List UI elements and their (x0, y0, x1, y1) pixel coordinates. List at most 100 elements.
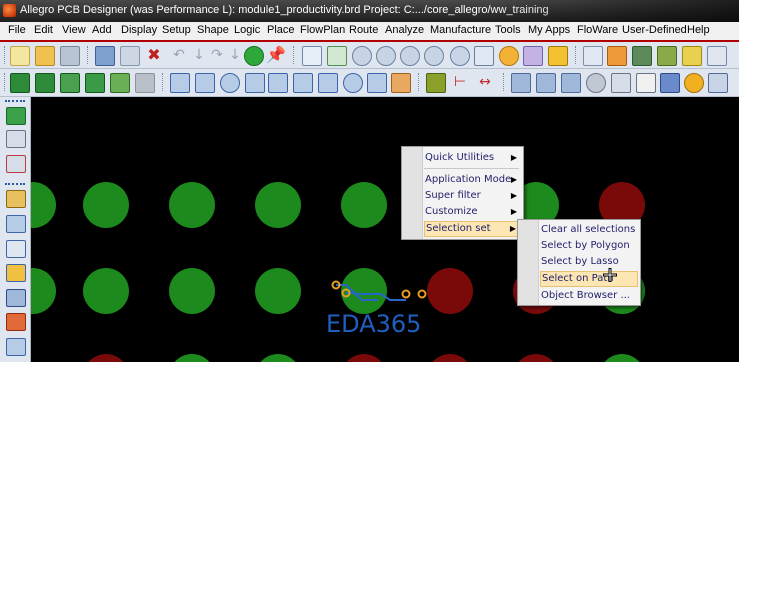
delay-tune-icon[interactable] (6, 240, 26, 258)
menu-logic[interactable]: Logic (234, 24, 260, 36)
rectangle-icon[interactable] (170, 73, 190, 93)
camera-icon[interactable] (561, 73, 581, 93)
constraint-icon[interactable] (707, 46, 727, 66)
square-icon[interactable] (293, 73, 313, 93)
grid-snap-icon[interactable] (327, 46, 347, 66)
save-icon[interactable] (60, 46, 80, 66)
zoom-in-icon[interactable] (376, 46, 396, 66)
menu-item-super-filter[interactable]: Super filter ▶ (424, 188, 521, 204)
select-icon[interactable] (220, 73, 240, 93)
spreadsheet-icon[interactable] (657, 46, 677, 66)
zoom-out-icon[interactable] (424, 46, 444, 66)
delete-icon[interactable]: ✖ (145, 46, 163, 64)
blank-icon[interactable] (85, 73, 105, 93)
pad[interactable] (169, 268, 215, 314)
show-all-icon[interactable] (60, 73, 80, 93)
menu-my-apps[interactable]: My Apps (528, 24, 570, 36)
fanout-icon[interactable] (6, 264, 26, 282)
pad[interactable] (83, 182, 129, 228)
menu-item-clear-all-selections[interactable]: Clear all selections (540, 222, 638, 238)
pad[interactable] (513, 354, 559, 362)
circle-icon[interactable] (195, 73, 215, 93)
menu-analyze[interactable]: Analyze (385, 24, 424, 36)
ratsnest-icon[interactable] (10, 73, 30, 93)
menu-item-selection-set[interactable]: Selection set ▶ (424, 221, 521, 237)
menu-floware[interactable]: FloWare (577, 24, 618, 36)
menu-view[interactable]: View (62, 24, 86, 36)
unrats-icon[interactable] (35, 73, 55, 93)
shape-edit-icon[interactable] (268, 73, 288, 93)
refresh-icon[interactable] (499, 46, 519, 66)
pad[interactable] (83, 268, 129, 314)
bus-icon[interactable] (6, 289, 26, 307)
redo-arrow-icon[interactable]: ↓ (226, 46, 244, 64)
shape-merge-icon[interactable] (245, 73, 265, 93)
pad[interactable] (169, 354, 215, 362)
redo-icon[interactable]: ↷ (208, 46, 226, 64)
table-icon[interactable] (682, 46, 702, 66)
pad[interactable] (31, 268, 56, 314)
via-icon[interactable]: ↔ (476, 73, 494, 91)
stack-icon[interactable] (367, 73, 387, 93)
zoom-in-alt-icon[interactable] (400, 46, 420, 66)
key-icon[interactable] (660, 73, 680, 93)
menu-tools[interactable]: Tools (495, 24, 521, 36)
menu-item-select-on-path[interactable]: Select on Path (540, 271, 638, 287)
component-box-icon[interactable] (6, 130, 26, 148)
menu-route[interactable]: Route (349, 24, 378, 36)
phase-icon[interactable] (6, 338, 26, 356)
pad[interactable] (599, 354, 645, 362)
dimension-horizontal-icon[interactable]: ⊢ (451, 73, 469, 91)
measure-icon[interactable] (343, 73, 363, 93)
component-icon[interactable] (391, 73, 411, 93)
pad[interactable] (255, 354, 301, 362)
matrix-icon[interactable] (684, 73, 704, 93)
custom-smooth-icon[interactable] (6, 313, 26, 331)
menu-display[interactable]: Display (121, 24, 157, 36)
drc-icon[interactable] (586, 73, 606, 93)
ltl-icon[interactable] (548, 46, 568, 66)
3d-view-icon[interactable] (523, 46, 543, 66)
walk-icon[interactable] (536, 73, 556, 93)
color-icon[interactable] (607, 46, 627, 66)
menu-user-defined[interactable]: User-Defined (622, 24, 687, 36)
zoom-previous-icon[interactable] (450, 46, 470, 66)
place-icon[interactable] (6, 107, 26, 125)
menu-add[interactable]: Add (92, 24, 112, 36)
pad[interactable] (255, 268, 301, 314)
zoom-fit-icon[interactable] (352, 46, 372, 66)
flag-icon[interactable] (611, 73, 631, 93)
matrix-grid-icon[interactable] (708, 73, 728, 93)
menu-item-application-mode[interactable]: Application Mode ▶ (424, 172, 521, 188)
menu-item-quick-utilities[interactable]: Quick Utilities ▶ (424, 150, 521, 166)
menu-setup[interactable]: Setup (162, 24, 191, 36)
menu-shape[interactable]: Shape (197, 24, 229, 36)
grid-toggle-icon[interactable] (583, 46, 603, 66)
grid-icon[interactable] (302, 46, 322, 66)
undo-icon[interactable]: ↶ (170, 46, 188, 64)
round-icon[interactable] (318, 73, 338, 93)
menu-file[interactable]: File (8, 24, 26, 36)
menu-item-select-by-polygon[interactable]: Select by Polygon (540, 238, 638, 254)
pad[interactable] (169, 182, 215, 228)
pad[interactable] (427, 354, 473, 362)
menu-manufacture[interactable]: Manufacture (430, 24, 491, 36)
menu-flowplan[interactable]: FlowPlan (300, 24, 345, 36)
pad[interactable] (255, 182, 301, 228)
pad[interactable] (341, 182, 387, 228)
copy-icon[interactable] (120, 46, 140, 66)
panel-icon[interactable] (636, 73, 656, 93)
layers-icon[interactable] (632, 46, 652, 66)
menu-edit[interactable]: Edit (34, 24, 53, 36)
pad[interactable] (341, 354, 387, 362)
menu-place[interactable]: Place (267, 24, 295, 36)
menu-help[interactable]: Help (687, 24, 710, 36)
move-icon[interactable] (95, 46, 115, 66)
pad[interactable] (83, 354, 129, 362)
new-file-icon[interactable] (10, 46, 30, 66)
pad[interactable] (31, 182, 56, 228)
zoom-world-icon[interactable] (474, 46, 494, 66)
spread-icon[interactable] (6, 215, 26, 233)
dimension-icon[interactable] (426, 73, 446, 93)
open-folder-icon[interactable] (35, 46, 55, 66)
